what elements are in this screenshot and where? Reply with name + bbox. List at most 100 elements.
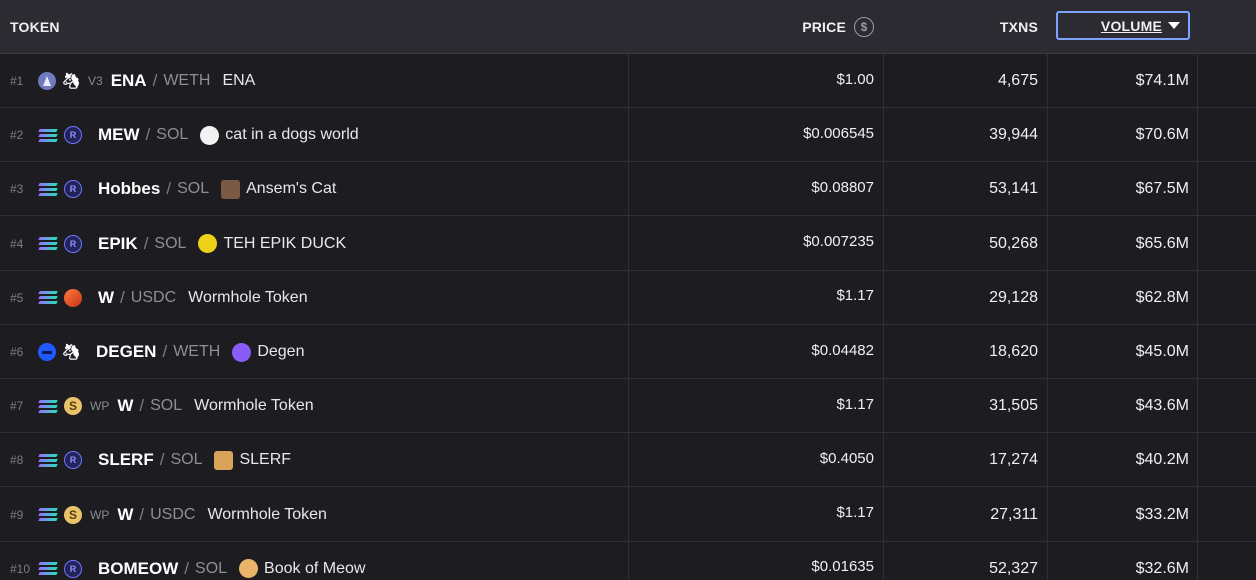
pair-separator: / (143, 233, 149, 253)
base-symbol: MEW (98, 125, 140, 145)
base-symbol: ENA (110, 71, 147, 90)
table-row[interactable]: #2 R MEW / SOL cat in a dogs world $0.00… (0, 108, 1256, 163)
token-cell[interactable]: #9 S WP W / USDC Wormhole Token (10, 488, 327, 542)
quote-symbol: SOL (170, 451, 203, 469)
rank-label: #5 (10, 290, 24, 305)
rank-label: #7 (10, 399, 24, 414)
solana-icon (38, 126, 58, 144)
orca-icon (64, 288, 82, 307)
txns-cell: 53,141 (989, 180, 1038, 198)
quote-symbol: USDC (130, 288, 177, 306)
price-cell: $0.006545 (803, 124, 874, 142)
token-name: Wormhole Token (188, 289, 307, 307)
token-name-label: Book of Meow (264, 559, 366, 577)
slerf-logo-icon (214, 450, 234, 470)
pair-separator: / (139, 396, 145, 416)
token-name-label: ENA (222, 72, 256, 89)
version-label: WP (90, 507, 110, 522)
table-row[interactable]: #6 🦄︎ DEGEN / WETH Degen $0.04482 18,620… (0, 325, 1256, 379)
volume-cell: $62.8M (1135, 288, 1189, 306)
quote-symbol: WETH (163, 72, 211, 89)
token-name: TEH EPIK DUCK (198, 234, 346, 254)
token-cell[interactable]: #5 W / USDC Wormhole Token (10, 271, 308, 325)
txns-cell: 50,268 (989, 234, 1038, 252)
price-cell: $1.17 (836, 504, 874, 522)
price-column-header[interactable]: PRICE $ (780, 0, 874, 54)
base-symbol: DEGEN (96, 342, 157, 361)
token-name: ENA (222, 72, 255, 90)
txns-cell: 39,944 (989, 126, 1038, 144)
duck-logo-icon (198, 234, 218, 254)
token-cell[interactable]: #6 🦄︎ DEGEN / WETH Degen (10, 325, 304, 379)
volume-cell: $65.6M (1135, 234, 1189, 252)
rank-label: #2 (10, 128, 24, 143)
base-symbol: W (117, 396, 134, 416)
solana-icon (38, 180, 58, 198)
volume-cell: $67.5M (1135, 180, 1189, 198)
table-row[interactable]: #3 R Hobbes / SOL Ansem's Cat $0.08807 5… (0, 162, 1256, 217)
price-cell: $0.08807 (811, 178, 874, 196)
price-cell: $0.4050 (819, 449, 874, 467)
solana-icon (38, 289, 58, 307)
token-column-header[interactable]: TOKEN (10, 0, 60, 54)
txns-cell: 17,274 (989, 451, 1038, 469)
txns-cell: 27,311 (990, 505, 1038, 523)
token-cell[interactable]: #3 R Hobbes / SOL Ansem's Cat (10, 162, 336, 216)
txns-column-header[interactable]: TXNS (960, 0, 1038, 54)
token-cell[interactable]: #4 R EPIK / SOL TEH EPIK DUCK (10, 217, 346, 271)
rank-label: #6 (10, 345, 24, 359)
raydium-icon: R (64, 180, 82, 199)
token-name: Book of Meow (239, 559, 366, 579)
volume-header-label: VOLUME (1100, 17, 1162, 34)
token-cell[interactable]: #10 R BOMEOW / SOL Book of Meow (10, 542, 365, 580)
pair-separator: / (184, 558, 190, 578)
volume-cell: $33.2M (1135, 505, 1189, 523)
price-cell: $0.01635 (811, 558, 874, 576)
solana-icon (38, 560, 58, 578)
wormhole-pool-icon: S (64, 505, 82, 524)
base-symbol: BOMEOW (98, 558, 179, 578)
base-symbol: Hobbes (98, 179, 161, 199)
table-row[interactable]: #5 W / USDC Wormhole Token $1.17 29,128 … (0, 271, 1256, 325)
txns-cell: 29,128 (989, 288, 1038, 306)
solana-icon (38, 451, 58, 469)
quote-symbol: SOL (150, 397, 183, 415)
volume-cell: $74.1M (1135, 72, 1189, 89)
table-row[interactable]: #10 R BOMEOW / SOL Book of Meow $0.01635… (0, 542, 1256, 580)
quote-symbol: SOL (177, 180, 210, 198)
table-header: TOKEN PRICE $ TXNS VOLUME (0, 0, 1256, 54)
volume-sort-button[interactable]: VOLUME (1056, 11, 1190, 40)
volume-cell: $45.0M (1135, 343, 1189, 360)
token-name-label: SLERF (239, 451, 292, 469)
txns-cell: 31,505 (989, 397, 1038, 415)
price-cell: $0.04482 (811, 341, 874, 359)
token-header-label: TOKEN (10, 19, 60, 35)
degen-logo-icon (232, 342, 252, 362)
meow-logo-icon (239, 559, 259, 579)
table-row[interactable]: #8 R SLERF / SOL SLERF $0.4050 17,274 $4… (0, 433, 1256, 488)
token-name: Degen (232, 342, 304, 362)
token-cell[interactable]: #7 S WP W / SOL Wormhole Token (10, 379, 314, 433)
quote-symbol: SOL (154, 234, 187, 252)
table-row[interactable]: #4 R EPIK / SOL TEH EPIK DUCK $0.007235 … (0, 217, 1256, 271)
quote-symbol: SOL (195, 559, 228, 577)
table-row[interactable]: #7 S WP W / SOL Wormhole Token $1.17 31,… (0, 379, 1256, 434)
raydium-icon: R (64, 126, 82, 145)
raydium-icon: R (64, 451, 82, 470)
rank-label: #4 (10, 236, 24, 251)
token-cell[interactable]: #1 🦄︎ V3 ENA / WETH ENA (10, 54, 255, 108)
table-row[interactable]: #9 S WP W / USDC Wormhole Token $1.17 27… (0, 488, 1256, 542)
hobbes-logo-icon (221, 179, 241, 199)
quote-symbol: WETH (173, 343, 221, 360)
uniswap-icon: 🦄︎ (61, 344, 81, 361)
token-name: cat in a dogs world (200, 125, 359, 145)
txns-cell: 4,675 (997, 72, 1038, 89)
rank-label: #10 (10, 561, 31, 576)
pair-separator: / (159, 450, 165, 470)
uniswap-icon: 🦄︎ (61, 73, 81, 90)
token-cell[interactable]: #8 R SLERF / SOL SLERF (10, 433, 291, 487)
token-cell[interactable]: #2 R MEW / SOL cat in a dogs world (10, 108, 359, 162)
table-row[interactable]: #1 🦄︎ V3 ENA / WETH ENA $1.00 4,675 $74.… (0, 54, 1256, 108)
currency-toggle-icon[interactable]: $ (854, 17, 874, 37)
token-name: Wormhole Token (194, 397, 313, 415)
